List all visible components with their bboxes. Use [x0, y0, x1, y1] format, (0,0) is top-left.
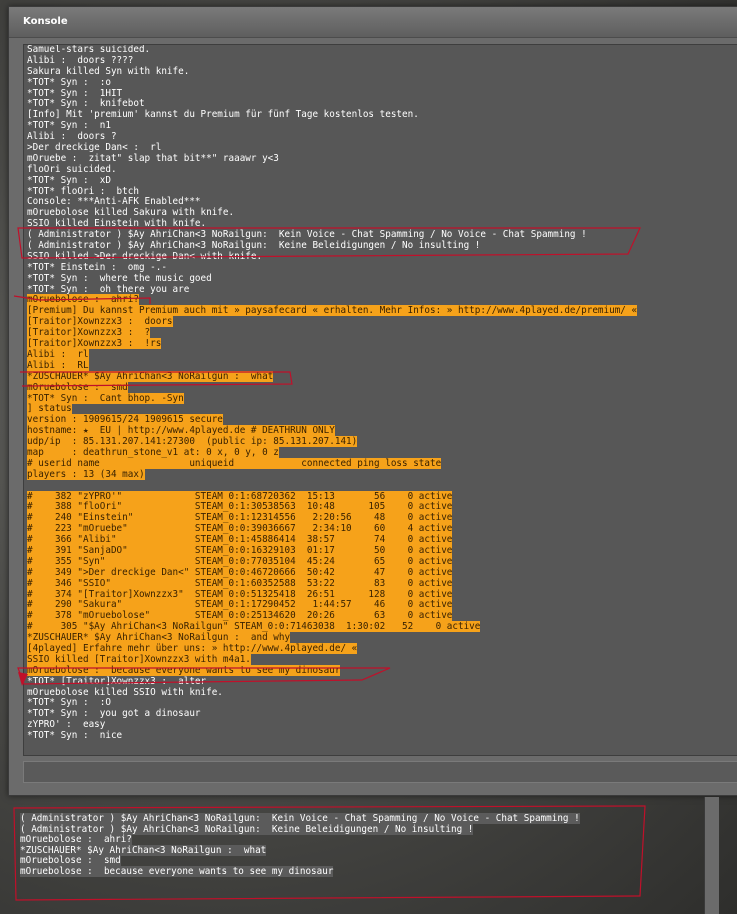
chat-overlay-text: mOruebolose : ahri? [20, 834, 132, 845]
console-line-text: players : 13 (34 max) [27, 468, 145, 480]
chat-overlay-text: ( Administrator ) $Ay AhriChan<3 NoRailg… [20, 813, 580, 824]
console-line-text: Alibi : doors ? [27, 131, 117, 143]
console-line-text: # 290 "Sakura" STEAM_0:1:17290452 1:44:5… [27, 599, 453, 611]
console-line-text: [Traitor]Xownzzx3 : ? [27, 327, 151, 339]
console-line-text: # 388 "floOri" STEAM_0:1:30538563 10:48 … [27, 501, 453, 513]
console-line-text: mOruebe : zitat" slap that bit**" raaawr… [27, 152, 279, 164]
console-line-text: # 223 "mOruebe" STEAM_0:0:39036667 2:34:… [27, 523, 453, 535]
console-line-text: mOruebolose killed Sakura with knife. [27, 207, 235, 219]
console-line-text: *TOT* Syn : knifebot [27, 98, 145, 110]
console-line: Sakura killed Syn with knife. [24, 65, 737, 78]
console-line-text: version : 1909615/24 1909615 secure [27, 414, 223, 426]
console-line-text: floOri suicided. [27, 163, 117, 175]
console-line-text: udp/ip : 85.131.207.141:27300 (public ip… [27, 436, 358, 448]
console-line-text: Alibi : doors ???? [27, 54, 134, 66]
console-line-text: *TOT* Syn : you got a dinosaur [27, 708, 201, 720]
console-line-text: mOruebolose : smd [27, 381, 128, 393]
chat-overlay-line: mOruebolose : smd [20, 855, 640, 867]
console-line: *TOT* Syn : you got a dinosaur [24, 708, 737, 720]
console-line-text: # 240 "Einstein" STEAM_0:1:12314556 2:20… [27, 512, 453, 524]
console-line: Alibi : rl [24, 348, 737, 361]
console-line: *TOT* Syn : :o [24, 76, 737, 89]
console-line: *TOT* Syn : Cant bhop. -Syn [24, 392, 737, 405]
console-window: Konsole Samuel-stars suicided. Alibi : do… [8, 6, 737, 796]
console-line-text: *TOT* floOri : btch [27, 185, 139, 197]
console-line-text: # 366 "Alibi" STEAM_0:1:45886414 38:57 7… [27, 534, 453, 546]
window-title: Konsole [23, 16, 68, 27]
console-line: mOruebe : zitat" slap that bit**" raaawr… [24, 152, 737, 165]
console-line-text: *TOT* Syn : Cant bhop. -Syn [27, 392, 184, 404]
console-line-text: *TOT* Syn : oh there you are [27, 283, 190, 295]
chat-overlay-text: *ZUSCHAUER* $Ay AhriChan<3 NoRailgun : w… [20, 844, 267, 856]
console-line-text: SSIO killed >Der dreckige Dan< with knif… [27, 250, 263, 262]
console-line: *TOT* Syn : n1 [24, 120, 737, 132]
console-line-text: # 355 "Syn" STEAM_0:0:77035104 45:24 65 … [27, 555, 453, 567]
chat-overlay-line: mOruebolose : because everyone wants to … [20, 865, 640, 878]
console-line-text: Console: ***Anti-AFK Enabled*** [27, 196, 201, 208]
chat-overlay-text: ( Administrator ) $Ay AhriChan<3 NoRailg… [20, 823, 474, 835]
console-line: floOri suicided. [24, 163, 737, 176]
chat-overlay-line: ( Administrator ) $Ay AhriChan<3 NoRailg… [20, 813, 640, 825]
console-line-text: Samuel-stars suicided. [27, 44, 151, 55]
console-line-text: mOruebolose : ahri? [27, 294, 139, 306]
console-line-text: *ZUSCHAUER* $Ay AhriChan<3 NoRailgun : a… [27, 632, 291, 644]
console-line-text: *TOT* Syn : n1 [27, 120, 111, 132]
console-line-text: # 349 ">Der dreckige Dan<" STEAM_0:0:467… [27, 566, 453, 578]
console-line-text: hostname: ★ EU | http://www.4played.de #… [27, 425, 335, 437]
console-line-text: map : deathrun_stone_v1 at: 0 x, 0 y, 0 … [27, 446, 279, 458]
console-line-text: SSIO killed [Traitor]Xownzzx3 with m4a1. [27, 653, 251, 665]
console-line-text: [Info] Mit 'premium' kannst du Premium f… [27, 109, 419, 121]
console-line-text: ( Administrator ) $Ay AhriChan<3 NoRailg… [27, 240, 481, 252]
chat-overlay-text: mOruebolose : because everyone wants to … [20, 865, 334, 877]
console-line: [Info] Mit 'premium' kannst du Premium f… [24, 109, 737, 121]
console-line: zYPRO' : easy [24, 719, 737, 731]
console-line-text: ] status [27, 403, 72, 415]
console-line-text: [Premium] Du kannst Premium auch mit » p… [27, 305, 638, 317]
console-line-text: # 391 "SanjaDO" STEAM_0:0:16329103 01:17… [27, 544, 453, 556]
console-line-text: [Traitor]Xownzzx3 : doors [27, 316, 173, 328]
console-line-text: *TOT* Syn : nice [27, 730, 123, 742]
console-line-text: mOruebolose killed SSIO with knife. [27, 686, 223, 698]
scroll-strip [704, 797, 719, 914]
console-log[interactable]: Samuel-stars suicided. Alibi : doors ????… [23, 44, 737, 756]
console-line-text: # 374 "[Traitor]Xownzzx3" STEAM_0:0:5132… [27, 588, 453, 600]
console-line-text: *TOT* Einstein : omg -.- [27, 261, 167, 273]
console-line: players : 13 (34 max) [24, 468, 737, 481]
console-line: *TOT* Syn : nice [24, 730, 737, 742]
console-line-text: # 382 "zYPRO'" STEAM_0:1:68720362 15:13 … [27, 490, 453, 502]
console-line-text: >Der dreckige Dan< : rl [27, 142, 162, 154]
console-line-text: # userid name uniqueid connected ping lo… [27, 457, 442, 469]
console-line: # 346 "SSIO" STEAM_0:1:60352588 53:22 83… [24, 577, 737, 590]
console-line: [Traitor]Xownzzx3 : !rs [24, 338, 737, 350]
console-line-text: *TOT* Syn : :O [27, 697, 111, 709]
console-line-text: *TOT* [Traitor]Xownzzx3 : alter [27, 675, 207, 687]
console-line-text: # 346 "SSIO" STEAM_0:1:60352588 53:22 83… [27, 577, 453, 589]
console-line: mOruebolose killed SSIO with knife. [24, 686, 737, 699]
console-input[interactable] [23, 761, 737, 783]
console-line-text: Sakura killed Syn with knife. [27, 65, 190, 77]
console-line-text: SSIO killed Einstein with knife. [27, 218, 207, 230]
console-line: # 349 ">Der dreckige Dan<" STEAM_0:0:467… [24, 566, 737, 579]
console-line: *ZUSCHAUER* $Ay AhriChan<3 NoRailgun : w… [24, 370, 737, 383]
console-line-text: [4played] Erfahre mehr über uns: » http:… [27, 642, 358, 654]
console-line-text: Alibi : RL [27, 359, 89, 371]
console-line-text: *TOT* Syn : where the music goed [27, 272, 212, 284]
chat-overlay-line: mOruebolose : ahri? [20, 834, 640, 846]
console-line-text: *TOT* Syn : xD [27, 174, 111, 186]
console-line-text: mOruebolose : because everyone wants to … [27, 664, 341, 676]
console-line-text: Alibi : rl [27, 348, 89, 360]
console-line-text: ( Administrator ) $Ay AhriChan<3 NoRailg… [27, 229, 587, 241]
chat-overlay-text: mOruebolose : smd [20, 855, 121, 866]
console-line-text: [Traitor]Xownzzx3 : !rs [27, 338, 162, 350]
console-line: mOruebolose : smd [24, 381, 737, 394]
title-bar[interactable]: Konsole [9, 7, 737, 38]
console-line-text: *ZUSCHAUER* $Ay AhriChan<3 NoRailgun : w… [27, 370, 274, 382]
console-line-text: # 305 "$Ay AhriChan<3 NoRailgun" STEAM_0… [27, 621, 481, 633]
chat-overlay: ( Administrator ) $Ay AhriChan<3 NoRailg… [20, 813, 640, 878]
console-line-text: *TOT* Syn : :o [27, 76, 111, 88]
console-line-text: # 378 "mOruebolose" STEAM_0:0:25134620 2… [27, 610, 453, 622]
console-line-text: zYPRO' : easy [27, 719, 106, 731]
console-line-text: *TOT* Syn : 1HIT [27, 87, 123, 99]
